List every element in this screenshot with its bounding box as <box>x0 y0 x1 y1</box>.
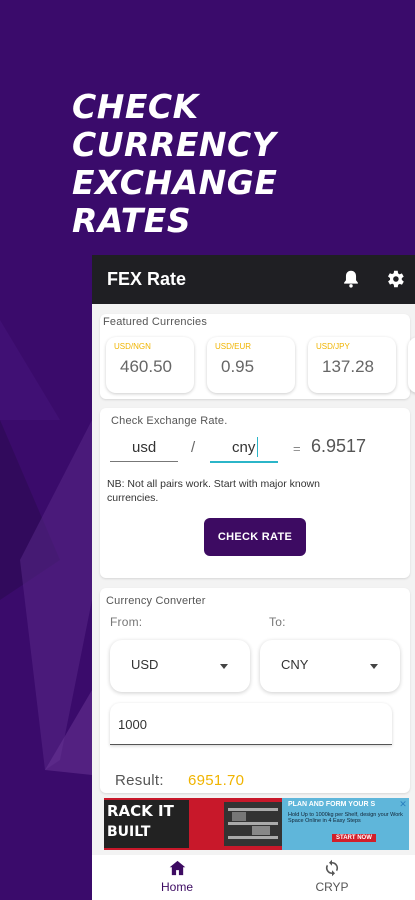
headline-line-3: EXCHANGE <box>72 163 278 202</box>
featured-currency-card[interactable]: USD/JPY 137.28 <box>308 337 396 393</box>
exchange-result: 6.9517 <box>311 436 367 456</box>
from-label: From: <box>110 615 143 629</box>
ad-headline: PLAN AND FORM YOUR S <box>288 801 376 808</box>
from-input-underline <box>110 461 178 462</box>
result-label: Result: <box>115 772 164 789</box>
check-rate-button[interactable]: CHECK RATE <box>204 518 306 556</box>
ad-brand-sub: BUILT <box>107 824 151 840</box>
ad-body: Hold Up to 1000kg per Shelf, design your… <box>288 812 403 824</box>
pair-separator: / <box>191 439 196 456</box>
amount-field[interactable]: 1000 <box>110 703 392 745</box>
featured-currency-card-partial[interactable] <box>408 337 415 393</box>
from-currency-value: USD <box>131 657 159 672</box>
amount-underline <box>110 744 392 745</box>
shelving-image <box>224 802 282 846</box>
featured-currency-card[interactable]: USD/EUR 0.95 <box>207 337 295 393</box>
ad-brand: RACK IT <box>107 802 174 820</box>
app-title: FEX Rate <box>107 269 187 289</box>
headline-line-4: RATES <box>72 201 192 240</box>
to-input-underline <box>210 461 278 463</box>
to-currency-value: CNY <box>281 657 309 672</box>
currency-value: 137.28 <box>322 357 374 376</box>
nav-item-cryp[interactable]: CRYP <box>302 855 362 900</box>
equals-sign: = <box>293 441 301 456</box>
currency-value: 460.50 <box>120 357 172 376</box>
chevron-down-icon <box>370 664 378 669</box>
app-bar: FEX Rate <box>92 255 415 304</box>
to-label: To: <box>269 615 286 629</box>
home-icon <box>169 860 186 876</box>
exchange-note: NB: Not all pairs work. Start with major… <box>107 478 320 504</box>
featured-label: Featured Currencies <box>103 316 208 328</box>
currency-pair: USD/JPY <box>316 342 350 351</box>
app-screen: FEX Rate Featured Currencies USD/NGN 460… <box>92 255 415 900</box>
to-currency-input[interactable]: cny <box>232 439 255 456</box>
amount-value: 1000 <box>118 717 147 732</box>
from-currency-dropdown[interactable]: USD <box>110 640 250 692</box>
gear-icon[interactable] <box>384 267 406 291</box>
close-icon[interactable]: ✕ <box>398 799 408 809</box>
currency-value: 0.95 <box>221 357 255 376</box>
to-currency-dropdown[interactable]: CNY <box>260 640 400 692</box>
bottom-nav: Home CRYP <box>92 855 415 900</box>
text-cursor <box>257 437 258 457</box>
currency-pair: USD/EUR <box>215 342 252 351</box>
chevron-down-icon <box>220 664 228 669</box>
bell-icon[interactable] <box>340 267 362 291</box>
ad-banner[interactable]: RACK IT BUILT PLAN AND FORM YOUR S Hold … <box>104 798 409 850</box>
from-currency-input[interactable]: usd <box>132 439 156 456</box>
nav-label-cryp: CRYP <box>315 880 349 894</box>
converter-label: Currency Converter <box>106 595 206 607</box>
promo-headline: CHECK CURRENCY EXCHANGE RATES <box>72 88 372 240</box>
nav-label-home: Home <box>160 880 193 894</box>
ad-cta[interactable]: START NOW <box>332 834 376 842</box>
currency-pair: USD/NGN <box>114 342 151 351</box>
headline-line-2: CURRENCY <box>72 125 277 164</box>
result-value: 6951.70 <box>188 772 245 789</box>
sync-icon <box>325 859 339 877</box>
nav-item-home[interactable]: Home <box>147 855 207 900</box>
featured-currency-card[interactable]: USD/NGN 460.50 <box>106 337 194 393</box>
exchange-label: Check Exchange Rate. <box>111 415 228 427</box>
headline-line-1: CHECK <box>72 87 199 126</box>
